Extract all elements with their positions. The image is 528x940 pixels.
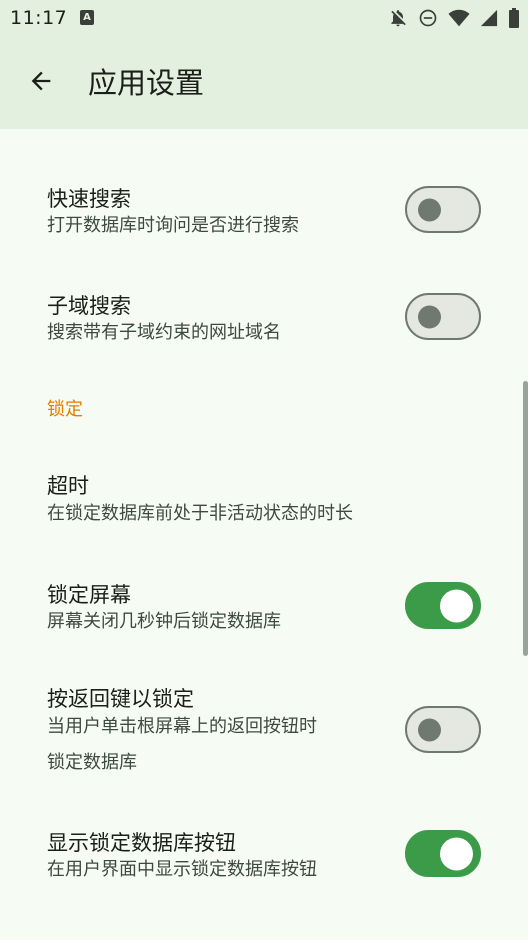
section-header-lock: 锁定 xyxy=(47,399,83,420)
status-icons xyxy=(388,7,520,29)
notifications-off-icon xyxy=(388,8,408,28)
pref-title: 显示锁定数据库按钮 xyxy=(47,831,236,855)
pref-title: 超时 xyxy=(47,474,89,498)
pref-summary-line2: 锁定数据库 xyxy=(47,752,137,773)
pref-quick-search[interactable]: 快速搜索 打开数据库时询问是否进行搜索 xyxy=(0,165,528,275)
pref-title: 锁定屏幕 xyxy=(47,583,131,607)
status-time: 11:17 xyxy=(10,7,68,29)
pref-show-lock-button[interactable]: 显示锁定数据库按钮 在用户界面中显示锁定数据库按钮 xyxy=(0,809,528,909)
back-to-lock-switch[interactable] xyxy=(405,706,481,753)
battery-icon xyxy=(508,8,520,28)
switch-thumb xyxy=(418,718,441,741)
pref-subdomain-search[interactable]: 子域搜索 搜索带有子域约束的网址域名 xyxy=(0,272,528,376)
page-title: 应用设置 xyxy=(88,66,205,100)
switch-thumb xyxy=(440,589,473,622)
pref-back-to-lock[interactable]: 按返回键以锁定 当用户单击根屏幕上的返回按钮时 锁定数据库 xyxy=(0,667,528,787)
pref-title: 按返回键以锁定 xyxy=(47,687,194,711)
app-bar: 应用设置 xyxy=(0,36,528,129)
pref-title: 快速搜索 xyxy=(47,187,131,211)
pref-summary: 搜索带有子域约束的网址域名 xyxy=(47,322,281,343)
switch-thumb xyxy=(440,837,473,870)
pref-summary: 屏幕关闭几秒钟后锁定数据库 xyxy=(47,611,281,632)
arrow-back-icon xyxy=(27,67,55,99)
quick-search-switch[interactable] xyxy=(405,186,481,233)
cellular-signal-icon xyxy=(480,8,498,28)
screen: 11:17 A 应用设置 快速搜索 打开数据库时询问是否进行搜索 子域搜索 搜索… xyxy=(0,0,528,940)
switch-thumb xyxy=(418,198,441,221)
pref-summary: 打开数据库时询问是否进行搜索 xyxy=(47,215,299,236)
pref-title: 子域搜索 xyxy=(47,294,131,318)
app-notification-icon: A xyxy=(80,10,94,25)
subdomain-search-switch[interactable] xyxy=(405,293,481,340)
scrollbar[interactable] xyxy=(523,381,528,656)
do-not-disturb-icon xyxy=(418,8,438,28)
pref-summary: 在锁定数据库前处于非活动状态的时长 xyxy=(47,503,353,524)
pref-summary: 在用户界面中显示锁定数据库按钮 xyxy=(47,859,317,880)
back-button[interactable] xyxy=(18,60,64,106)
pref-summary-line1: 当用户单击根屏幕上的返回按钮时 xyxy=(47,716,317,737)
show-lock-button-switch[interactable] xyxy=(405,830,481,877)
pref-timeout[interactable]: 超时 在锁定数据库前处于非活动状态的时长 xyxy=(0,454,528,544)
pref-lock-screen[interactable]: 锁定屏幕 屏幕关闭几秒钟后锁定数据库 xyxy=(0,561,528,661)
switch-thumb xyxy=(418,305,441,328)
lock-screen-switch[interactable] xyxy=(405,582,481,629)
settings-list: 快速搜索 打开数据库时询问是否进行搜索 子域搜索 搜索带有子域约束的网址域名 锁… xyxy=(0,129,528,940)
status-bar: 11:17 A xyxy=(0,0,528,36)
wifi-icon xyxy=(448,8,470,28)
